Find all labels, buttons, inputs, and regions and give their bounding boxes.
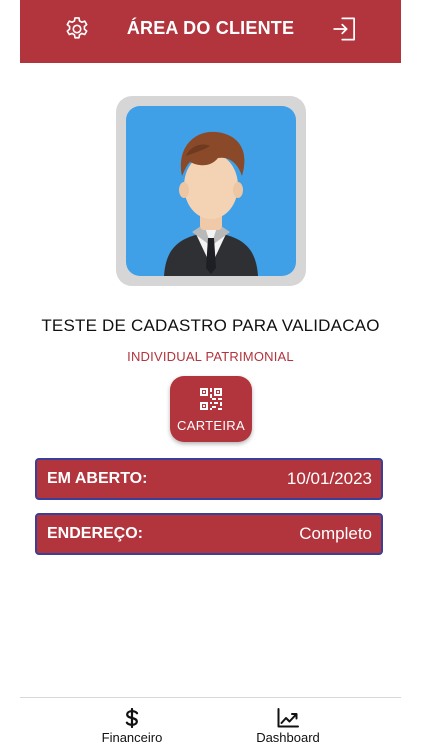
tab-dashboard-label: Dashboard [256, 730, 320, 745]
trending-chart-icon [277, 708, 299, 728]
open-balance-label: EM ABERTO: [47, 470, 148, 487]
client-plan: INDIVIDUAL PATRIMONIAL [127, 349, 294, 364]
top-bar: ÁREA DO CLIENTE [20, 0, 401, 63]
wallet-card-button[interactable]: CARTEIRA [170, 376, 252, 442]
open-balance-row: EM ABERTO: 10/01/2023 [35, 458, 383, 500]
open-balance-value: 10/01/2023 [286, 469, 372, 488]
qr-code-icon [200, 388, 222, 410]
tab-financeiro[interactable]: Financeiro [72, 707, 192, 745]
address-label: ENDEREÇO: [47, 525, 144, 542]
avatar [116, 96, 306, 286]
client-name: TESTE DE CADASTRO PARA VALIDACAO [41, 316, 380, 335]
logout-button[interactable] [329, 12, 363, 46]
avatar-image [126, 106, 296, 276]
user-avatar-icon [164, 131, 258, 276]
tab-financeiro-label: Financeiro [101, 730, 163, 745]
address-value: Completo [299, 524, 372, 543]
address-row: ENDEREÇO: Completo [35, 513, 383, 555]
tab-dashboard[interactable]: Dashboard [228, 707, 348, 745]
wallet-card-label: CARTEIRA [177, 418, 245, 433]
app-screen: ÁREA DO CLIENTE TESTE DE CADASTRO PARA V… [20, 0, 401, 750]
logout-icon [333, 17, 355, 41]
bottom-nav-divider [20, 697, 401, 698]
dollar-icon [125, 708, 139, 728]
